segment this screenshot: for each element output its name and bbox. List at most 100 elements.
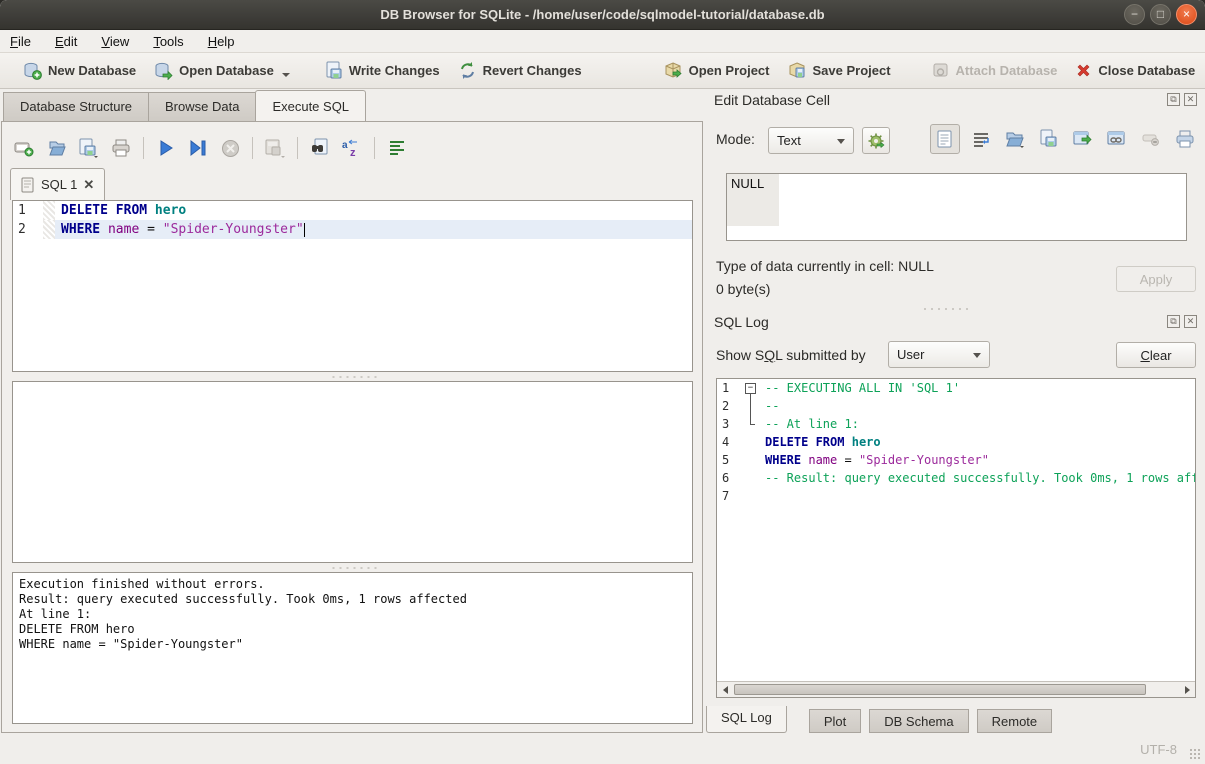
save-sql-file-button[interactable] bbox=[74, 134, 104, 162]
mode-value: Text bbox=[777, 133, 801, 148]
close-button[interactable]: × bbox=[1176, 4, 1197, 25]
close-icon: × bbox=[1183, 7, 1190, 21]
attach-database-icon bbox=[931, 61, 950, 80]
scroll-right-arrow[interactable] bbox=[1179, 682, 1195, 697]
sql-document-icon bbox=[21, 177, 35, 193]
scroll-left-arrow[interactable] bbox=[717, 682, 733, 697]
tab-sql-log[interactable]: SQL Log bbox=[706, 706, 787, 733]
print-button[interactable] bbox=[106, 134, 136, 162]
set-null-button bbox=[1138, 126, 1164, 152]
scrollbar-thumb[interactable] bbox=[734, 684, 1146, 695]
find-icon bbox=[310, 138, 330, 158]
find-button[interactable] bbox=[305, 134, 335, 162]
save-project-button[interactable]: Save Project bbox=[779, 56, 900, 85]
menu-edit[interactable]: Edit bbox=[55, 34, 77, 49]
print-cell-button[interactable] bbox=[1172, 126, 1198, 152]
clear-log-button[interactable]: Clear bbox=[1116, 342, 1196, 368]
show-sql-label: Show SQL submitted by bbox=[716, 347, 866, 363]
null-icon bbox=[1142, 132, 1160, 146]
execute-current-line-button[interactable] bbox=[183, 134, 213, 162]
revert-changes-button[interactable]: Revert Changes bbox=[449, 56, 591, 85]
code-text: WHERE name = "Spider-Youngster" bbox=[759, 451, 1195, 469]
execution-output[interactable]: Execution finished without errors. Resul… bbox=[12, 572, 693, 724]
menu-help[interactable]: Help bbox=[208, 34, 235, 49]
open-in-app-button[interactable] bbox=[1070, 126, 1096, 152]
export-cell-button[interactable] bbox=[1036, 126, 1062, 152]
new-database-icon bbox=[23, 61, 42, 80]
link-data-button[interactable] bbox=[1104, 126, 1130, 152]
sql-editor-code[interactable]: 1DELETE FROM hero2WHERE name = "Spider-Y… bbox=[13, 201, 692, 371]
code-line: 7 bbox=[717, 487, 1195, 505]
print-icon bbox=[111, 138, 131, 158]
resize-grip[interactable] bbox=[1189, 748, 1201, 760]
tab-plot[interactable]: Plot bbox=[809, 709, 861, 733]
word-wrap-button[interactable] bbox=[968, 126, 994, 152]
new-sql-tab-button[interactable] bbox=[10, 134, 40, 162]
menu-file[interactable]: File bbox=[10, 34, 31, 49]
log-horizontal-scrollbar[interactable] bbox=[717, 681, 1195, 697]
fold-margin bbox=[743, 451, 759, 469]
combo-arrow-icon bbox=[837, 139, 845, 144]
fold-minus-icon[interactable] bbox=[743, 379, 759, 397]
title-bar[interactable]: DB Browser for SQLite - /home/user/code/… bbox=[0, 0, 1205, 30]
code-text bbox=[759, 487, 1195, 505]
fold-margin bbox=[743, 469, 759, 487]
apply-button: Apply bbox=[1116, 266, 1196, 292]
save-results-icon bbox=[264, 138, 286, 158]
results-grid[interactable] bbox=[12, 381, 693, 563]
main-tab-bar: Database Structure Browse Data Execute S… bbox=[3, 92, 366, 122]
apply-mode-button[interactable] bbox=[862, 127, 890, 154]
word-wrap-icon bbox=[972, 131, 990, 147]
open-project-button[interactable]: Open Project bbox=[655, 56, 779, 85]
fold-margin bbox=[743, 433, 759, 451]
menu-tools[interactable]: Tools bbox=[153, 34, 183, 49]
auto-format-button[interactable]: az bbox=[337, 134, 367, 162]
line-number: 2 bbox=[13, 220, 43, 239]
close-dock-icon[interactable]: ✕ bbox=[1184, 93, 1197, 106]
close-sql-tab-icon[interactable]: ✕ bbox=[83, 177, 94, 193]
save-file-icon bbox=[78, 138, 100, 158]
cell-content-editor[interactable]: NULL bbox=[726, 173, 1187, 241]
code-line: 5WHERE name = "Spider-Youngster" bbox=[717, 451, 1195, 469]
float-dock-icon[interactable]: ⧉ bbox=[1167, 315, 1180, 328]
write-changes-button[interactable]: Write Changes bbox=[315, 56, 449, 85]
toggle-results-button[interactable] bbox=[382, 134, 412, 162]
open-sql-file-button[interactable] bbox=[42, 134, 72, 162]
sql1-tab[interactable]: SQL 1 ✕ bbox=[10, 168, 105, 200]
editor-results-splitter[interactable] bbox=[332, 374, 377, 379]
sql-submitter-combobox[interactable]: User bbox=[888, 341, 990, 368]
mode-combobox[interactable]: Text bbox=[768, 127, 854, 154]
tab-execute-sql[interactable]: Execute SQL bbox=[255, 90, 366, 121]
write-changes-icon bbox=[324, 61, 343, 80]
sql-toolbar-separator bbox=[374, 137, 375, 159]
text-mode-button[interactable] bbox=[930, 124, 960, 154]
float-dock-icon[interactable]: ⧉ bbox=[1167, 93, 1180, 106]
open-database-dropdown-icon[interactable] bbox=[282, 73, 290, 77]
new-database-button[interactable]: New Database bbox=[14, 56, 145, 85]
dock-splitter[interactable] bbox=[921, 306, 971, 311]
code-text: -- EXECUTING ALL IN 'SQL 1' bbox=[759, 379, 1195, 397]
open-database-button[interactable]: Open Database bbox=[145, 56, 299, 85]
tab-database-structure[interactable]: Database Structure bbox=[3, 92, 148, 122]
window-title: DB Browser for SQLite - /home/user/code/… bbox=[380, 7, 824, 22]
minimize-button[interactable]: − bbox=[1124, 4, 1145, 25]
maximize-button[interactable]: □ bbox=[1150, 4, 1171, 25]
sql-log-view[interactable]: 1-- EXECUTING ALL IN 'SQL 1'2--3-- At li… bbox=[716, 378, 1196, 698]
close-database-icon bbox=[1075, 62, 1092, 79]
results-output-splitter[interactable] bbox=[332, 565, 377, 570]
execute-sql-button[interactable] bbox=[151, 134, 181, 162]
encoding-indicator[interactable]: UTF-8 bbox=[1140, 742, 1177, 757]
close-dock-icon[interactable]: ✕ bbox=[1184, 315, 1197, 328]
tab-db-schema[interactable]: DB Schema bbox=[869, 709, 968, 733]
tab-remote[interactable]: Remote bbox=[977, 709, 1053, 733]
close-database-button[interactable]: Close Database bbox=[1066, 57, 1204, 84]
tab-browse-data[interactable]: Browse Data bbox=[148, 92, 255, 122]
link-icon bbox=[1107, 130, 1127, 148]
sql-editor[interactable]: 1DELETE FROM hero2WHERE name = "Spider-Y… bbox=[12, 200, 693, 372]
code-line: 1-- EXECUTING ALL IN 'SQL 1' bbox=[717, 379, 1195, 397]
import-cell-button[interactable] bbox=[1002, 126, 1028, 152]
menu-view[interactable]: View bbox=[101, 34, 129, 49]
sql-log-code[interactable]: 1-- EXECUTING ALL IN 'SQL 1'2--3-- At li… bbox=[717, 379, 1195, 681]
code-line: 1DELETE FROM hero bbox=[13, 201, 692, 220]
text-cursor bbox=[304, 223, 305, 237]
